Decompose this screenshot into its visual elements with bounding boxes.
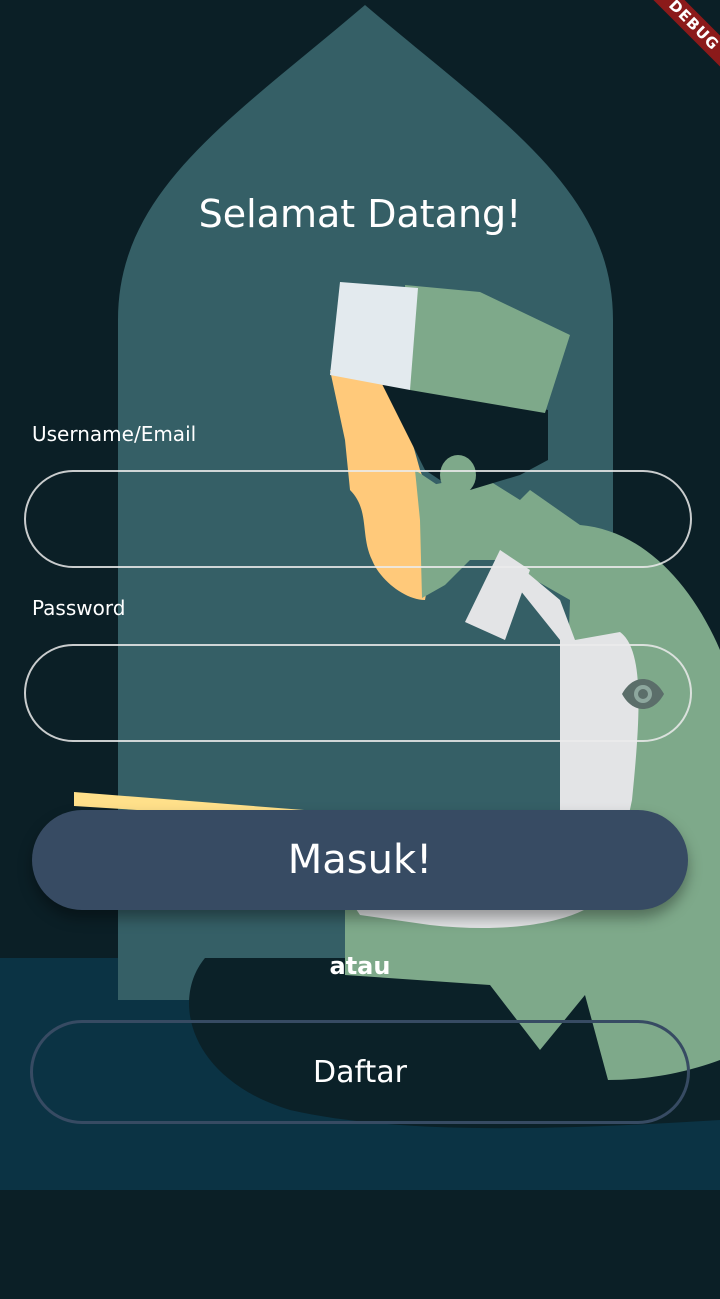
username-label: Username/Email: [32, 422, 197, 446]
eye-icon[interactable]: [620, 677, 666, 711]
login-button[interactable]: Masuk!: [32, 810, 688, 910]
username-input[interactable]: [56, 472, 620, 568]
page-title: Selamat Datang!: [198, 192, 522, 236]
password-input[interactable]: [56, 646, 620, 742]
separator-text: atau: [329, 952, 391, 980]
debug-banner-label: DEBUG: [643, 0, 720, 76]
register-button[interactable]: Daftar: [30, 1020, 690, 1124]
debug-banner: DEBUG: [640, 0, 720, 80]
password-field-container: [24, 644, 692, 742]
password-label: Password: [32, 596, 126, 620]
login-screen: DEBUG Selamat Datang! Username/Email Pas…: [0, 0, 720, 1299]
username-field-container: [24, 470, 692, 568]
